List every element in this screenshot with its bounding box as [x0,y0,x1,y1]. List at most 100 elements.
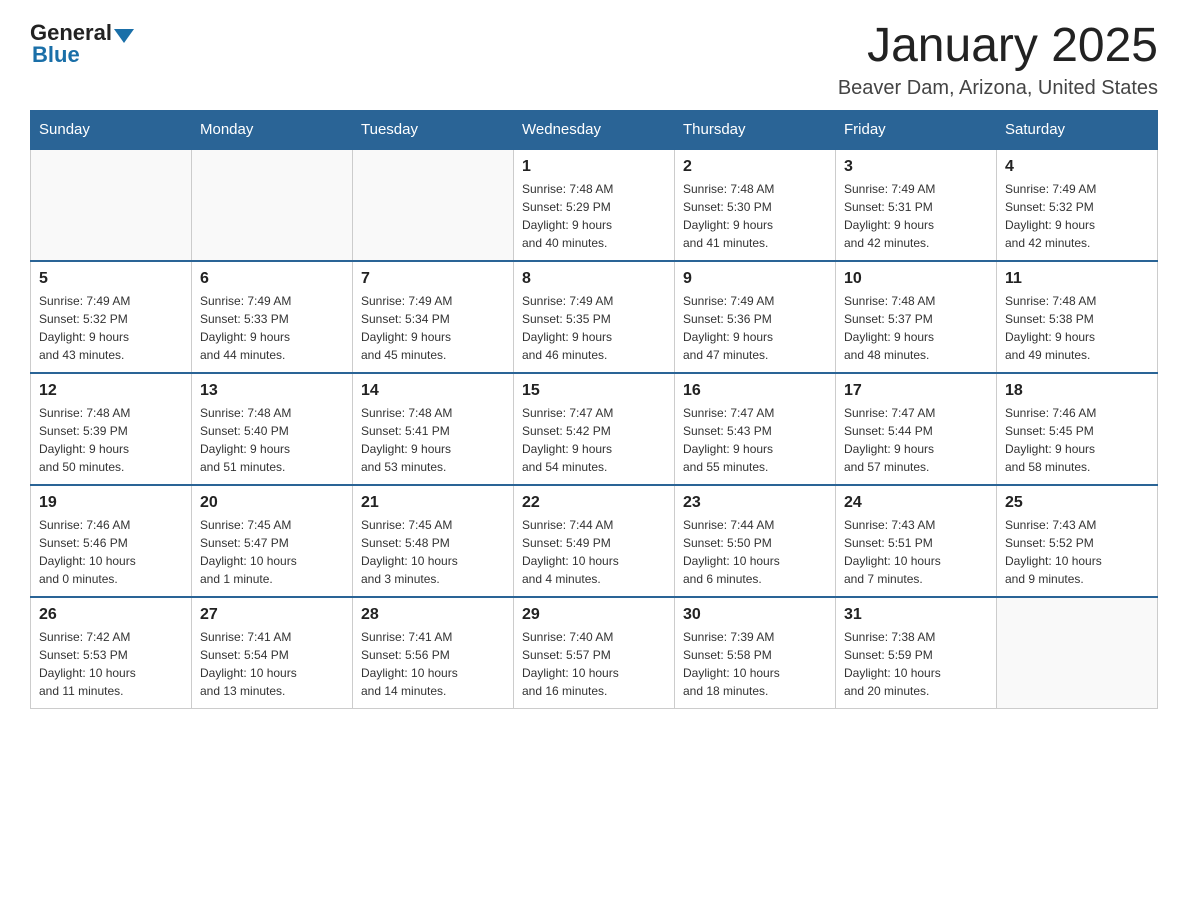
day-info: Sunrise: 7:39 AM Sunset: 5:58 PM Dayligh… [683,628,827,700]
day-number: 20 [200,494,344,512]
day-info: Sunrise: 7:43 AM Sunset: 5:51 PM Dayligh… [844,516,988,588]
table-row [192,149,353,261]
day-info: Sunrise: 7:49 AM Sunset: 5:32 PM Dayligh… [39,292,183,364]
day-info: Sunrise: 7:48 AM Sunset: 5:39 PM Dayligh… [39,404,183,476]
day-number: 9 [683,270,827,288]
table-row [997,597,1158,709]
table-row: 13Sunrise: 7:48 AM Sunset: 5:40 PM Dayli… [192,373,353,485]
logo: General Blue [30,20,134,68]
table-row: 26 Sunrise: 7:42 AM Sunset: 5:53 PM Dayli… [31,597,192,709]
table-row [31,149,192,261]
day-info: Sunrise: 7:49 AM Sunset: 5:34 PM Dayligh… [361,292,505,364]
calendar-week-row: 1 Sunrise: 7:48 AM Sunset: 5:29 PM Daylig… [31,149,1158,261]
day-info: Sunrise: 7:43 AM Sunset: 5:52 PM Dayligh… [1005,516,1149,588]
day-of-week-header: Saturday [997,110,1158,149]
day-info: Sunrise: 7:42 AM Sunset: 5:53 PM Dayligh… [39,628,183,700]
table-row: 31Sunrise: 7:38 AM Sunset: 5:59 PM Dayli… [836,597,997,709]
title-section: January 2025 Beaver Dam, Arizona, United… [838,20,1158,100]
logo-blue-text: Blue [32,42,80,68]
day-number: 23 [683,494,827,512]
day-number: 19 [39,494,183,512]
table-row: 14 Sunrise: 7:48 AM Sunset: 5:41 PM Dayli… [353,373,514,485]
calendar-table: SundayMondayTuesdayWednesdayThursdayFrid… [30,110,1158,709]
table-row: 2Sunrise: 7:48 AM Sunset: 5:30 PM Daylig… [675,149,836,261]
table-row: 7 Sunrise: 7:49 AM Sunset: 5:34 PM Daylig… [353,261,514,373]
page-header: General Blue January 2025 Beaver Dam, Ar… [30,20,1158,100]
day-number: 4 [1005,158,1149,176]
day-info: Sunrise: 7:47 AM Sunset: 5:44 PM Dayligh… [844,404,988,476]
table-row: 3Sunrise: 7:49 AM Sunset: 5:31 PM Daylig… [836,149,997,261]
day-number: 11 [1005,270,1149,288]
day-info: Sunrise: 7:48 AM Sunset: 5:41 PM Dayligh… [361,404,505,476]
day-info: Sunrise: 7:48 AM Sunset: 5:37 PM Dayligh… [844,292,988,364]
calendar-week-row: 26 Sunrise: 7:42 AM Sunset: 5:53 PM Dayli… [31,597,1158,709]
day-info: Sunrise: 7:45 AM Sunset: 5:47 PM Dayligh… [200,516,344,588]
table-row: 27 Sunrise: 7:41 AM Sunset: 5:54 PM Dayli… [192,597,353,709]
day-number: 21 [361,494,505,512]
table-row: 30 Sunrise: 7:39 AM Sunset: 5:58 PM Dayli… [675,597,836,709]
day-number: 17 [844,382,988,400]
table-row: 11 Sunrise: 7:48 AM Sunset: 5:38 PM Dayli… [997,261,1158,373]
location: Beaver Dam, Arizona, United States [838,77,1158,100]
day-of-week-header: Tuesday [353,110,514,149]
day-of-week-header: Wednesday [514,110,675,149]
day-number: 29 [522,606,666,624]
table-row: 8Sunrise: 7:49 AM Sunset: 5:35 PM Daylig… [514,261,675,373]
table-row: 10 Sunrise: 7:48 AM Sunset: 5:37 PM Dayli… [836,261,997,373]
table-row: 5 Sunrise: 7:49 AM Sunset: 5:32 PM Daylig… [31,261,192,373]
day-number: 28 [361,606,505,624]
day-number: 6 [200,270,344,288]
day-info: Sunrise: 7:41 AM Sunset: 5:54 PM Dayligh… [200,628,344,700]
table-row: 25 Sunrise: 7:43 AM Sunset: 5:52 PM Dayli… [997,485,1158,597]
day-number: 22 [522,494,666,512]
day-number: 14 [361,382,505,400]
day-number: 27 [200,606,344,624]
day-info: Sunrise: 7:44 AM Sunset: 5:49 PM Dayligh… [522,516,666,588]
table-row: 24Sunrise: 7:43 AM Sunset: 5:51 PM Dayli… [836,485,997,597]
month-title: January 2025 [838,20,1158,73]
day-number: 30 [683,606,827,624]
table-row: 21 Sunrise: 7:45 AM Sunset: 5:48 PM Dayli… [353,485,514,597]
day-info: Sunrise: 7:47 AM Sunset: 5:43 PM Dayligh… [683,404,827,476]
table-row: 19 Sunrise: 7:46 AM Sunset: 5:46 PM Dayli… [31,485,192,597]
day-number: 26 [39,606,183,624]
calendar-week-row: 12 Sunrise: 7:48 AM Sunset: 5:39 PM Dayli… [31,373,1158,485]
day-number: 10 [844,270,988,288]
day-info: Sunrise: 7:45 AM Sunset: 5:48 PM Dayligh… [361,516,505,588]
table-row: 18Sunrise: 7:46 AM Sunset: 5:45 PM Dayli… [997,373,1158,485]
table-row: 12 Sunrise: 7:48 AM Sunset: 5:39 PM Dayli… [31,373,192,485]
day-info: Sunrise: 7:49 AM Sunset: 5:32 PM Dayligh… [1005,180,1149,252]
day-number: 25 [1005,494,1149,512]
calendar-week-row: 19 Sunrise: 7:46 AM Sunset: 5:46 PM Dayli… [31,485,1158,597]
table-row: 28Sunrise: 7:41 AM Sunset: 5:56 PM Dayli… [353,597,514,709]
day-number: 16 [683,382,827,400]
day-of-week-header: Thursday [675,110,836,149]
calendar-header-row: SundayMondayTuesdayWednesdayThursdayFrid… [31,110,1158,149]
day-number: 5 [39,270,183,288]
day-info: Sunrise: 7:48 AM Sunset: 5:30 PM Dayligh… [683,180,827,252]
calendar-week-row: 5 Sunrise: 7:49 AM Sunset: 5:32 PM Daylig… [31,261,1158,373]
day-info: Sunrise: 7:49 AM Sunset: 5:35 PM Dayligh… [522,292,666,364]
day-number: 7 [361,270,505,288]
day-info: Sunrise: 7:48 AM Sunset: 5:40 PM Dayligh… [200,404,344,476]
day-number: 15 [522,382,666,400]
day-info: Sunrise: 7:40 AM Sunset: 5:57 PM Dayligh… [522,628,666,700]
table-row: 22 Sunrise: 7:44 AM Sunset: 5:49 PM Dayli… [514,485,675,597]
day-info: Sunrise: 7:49 AM Sunset: 5:36 PM Dayligh… [683,292,827,364]
table-row: 9 Sunrise: 7:49 AM Sunset: 5:36 PM Daylig… [675,261,836,373]
table-row [353,149,514,261]
day-info: Sunrise: 7:48 AM Sunset: 5:29 PM Dayligh… [522,180,666,252]
day-number: 12 [39,382,183,400]
table-row: 23Sunrise: 7:44 AM Sunset: 5:50 PM Dayli… [675,485,836,597]
day-number: 1 [522,158,666,176]
day-info: Sunrise: 7:46 AM Sunset: 5:46 PM Dayligh… [39,516,183,588]
day-of-week-header: Monday [192,110,353,149]
day-info: Sunrise: 7:48 AM Sunset: 5:38 PM Dayligh… [1005,292,1149,364]
table-row: 20 Sunrise: 7:45 AM Sunset: 5:47 PM Dayli… [192,485,353,597]
table-row: 16 Sunrise: 7:47 AM Sunset: 5:43 PM Dayli… [675,373,836,485]
table-row: 29 Sunrise: 7:40 AM Sunset: 5:57 PM Dayli… [514,597,675,709]
table-row: 15Sunrise: 7:47 AM Sunset: 5:42 PM Dayli… [514,373,675,485]
logo-arrow-icon [114,29,134,43]
day-of-week-header: Friday [836,110,997,149]
day-number: 31 [844,606,988,624]
